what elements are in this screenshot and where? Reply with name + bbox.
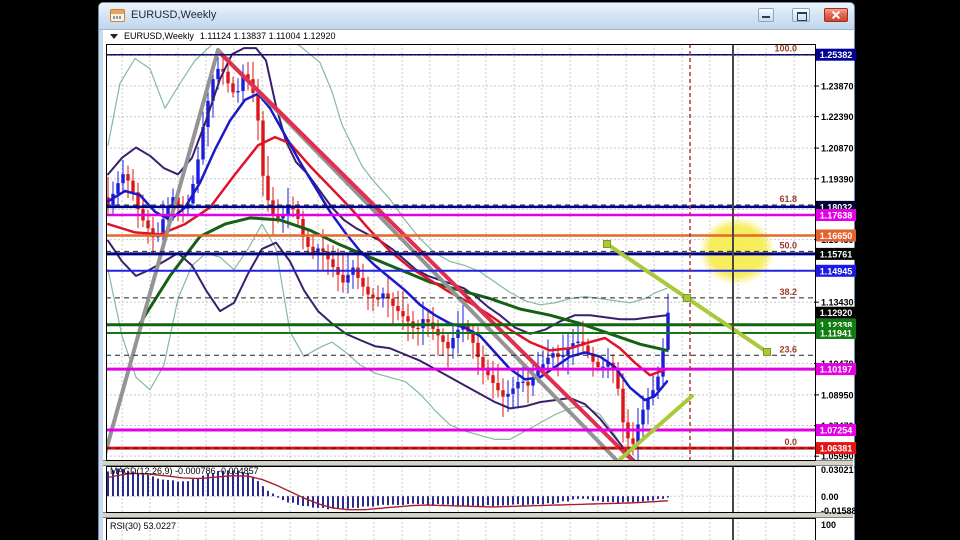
- rsi-indicator-label: RSI(30) 53.0227: [110, 521, 177, 531]
- screen: EURUSD,Weekly EURUSD,Weekly 1.11124 1.13…: [0, 0, 960, 540]
- chart-client-area: [103, 29, 854, 540]
- chart-window: EURUSD,Weekly: [98, 2, 855, 540]
- chart-ohlc-values: 1.11124 1.13837 1.11004 1.12920: [199, 31, 336, 41]
- chart-header: EURUSD,Weekly 1.11124 1.13837 1.11004 1.…: [110, 31, 336, 41]
- chart-window-icon: [110, 9, 125, 22]
- close-button[interactable]: [824, 8, 848, 22]
- chart-symbol-label: EURUSD,Weekly: [124, 31, 194, 41]
- chevron-down-icon[interactable]: [110, 33, 118, 39]
- window-title: EURUSD,Weekly: [131, 9, 217, 21]
- minimize-icon: [762, 16, 770, 18]
- restore-button[interactable]: [792, 8, 810, 22]
- restore-icon: [797, 12, 807, 21]
- macd-indicator-label: MACD(12,26,9) -0.000786 -0.004857: [110, 466, 259, 476]
- minimize-button[interactable]: [758, 8, 774, 22]
- title-bar[interactable]: EURUSD,Weekly: [99, 3, 854, 30]
